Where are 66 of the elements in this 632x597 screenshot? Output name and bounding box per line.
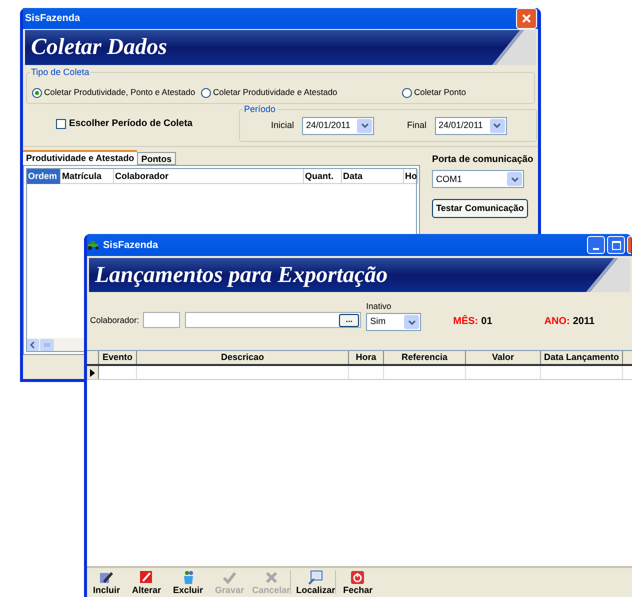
column-header[interactable]: Data Lançamento xyxy=(541,351,623,364)
column-header[interactable]: Ho xyxy=(404,169,418,184)
window-heading: Coletar Dados xyxy=(30,33,168,62)
row-pointer-icon xyxy=(90,368,95,376)
toolbar-button[interactable]: Incluir xyxy=(93,570,120,596)
close-button[interactable] xyxy=(627,236,631,254)
search-icon xyxy=(308,570,324,585)
test-connection-button[interactable]: Testar Comunicação xyxy=(432,199,528,218)
close-icon xyxy=(521,13,532,24)
maximize-button[interactable] xyxy=(607,236,625,254)
scroll-thumb-icon xyxy=(40,338,54,350)
field-label: Porta de comunicação xyxy=(432,153,534,167)
radio-option[interactable]: Coletar Produtividade e Atestado xyxy=(201,86,368,99)
dropdown-caret-icon xyxy=(360,123,369,128)
column-header[interactable]: Referencia xyxy=(384,351,466,364)
period-checkbox[interactable]: Escolher Período de Coleta xyxy=(23,116,239,142)
window-heading: Lançamentos para Exportação xyxy=(94,260,388,289)
year-label: ANO: xyxy=(544,315,570,329)
tab[interactable]: Produtividade e Atestado xyxy=(23,150,138,165)
dropdown-caret-icon xyxy=(408,320,416,324)
pencil-icon xyxy=(99,570,114,585)
dropdown-caret-icon xyxy=(510,176,518,182)
end-date-field[interactable]: 24/01/2011 xyxy=(434,116,507,134)
port-dropdown[interactable]: COM1 xyxy=(432,170,524,188)
column-header[interactable]: Ordem xyxy=(27,169,61,184)
check-icon xyxy=(222,570,238,585)
month-value: 01 xyxy=(481,315,492,329)
toolbar-button[interactable]: Alterar xyxy=(132,570,162,596)
start-date-field[interactable]: 24/01/2011 xyxy=(302,116,374,134)
month-label: MÊS: xyxy=(453,314,478,329)
toolbar-button[interactable]: Fechar xyxy=(343,570,373,596)
close-button[interactable] xyxy=(516,8,537,29)
lookup-button[interactable]: ... xyxy=(339,314,360,326)
column-header[interactable]: Descricao xyxy=(137,351,349,364)
column-header[interactable]: Matrícula xyxy=(61,169,114,184)
pencil-icon xyxy=(139,570,154,585)
group-label: Período xyxy=(243,104,277,114)
dropdown-caret-icon xyxy=(493,123,502,128)
field-label: Colaborador: xyxy=(90,314,140,326)
window-title: SisFazenda xyxy=(25,12,80,26)
cross-icon xyxy=(264,570,279,585)
power-icon xyxy=(350,570,366,585)
tractor-icon xyxy=(87,240,100,250)
toolbar-button: Gravar xyxy=(215,570,244,596)
column-header[interactable]: Valor xyxy=(466,351,541,364)
name-input[interactable]: ... xyxy=(185,312,362,328)
column-header[interactable]: Quant. xyxy=(304,169,342,184)
code-input[interactable] xyxy=(143,312,180,328)
year-value: 2011 xyxy=(572,315,595,329)
radio-option[interactable]: Coletar Produtividade, Ponto e Atestado xyxy=(32,86,201,99)
tab[interactable]: Pontos xyxy=(137,152,176,165)
column-header[interactable]: Hora xyxy=(349,351,384,364)
radio-option[interactable]: Coletar Ponto xyxy=(402,86,466,99)
minimize-button[interactable] xyxy=(587,236,605,254)
window-title: SisFazenda xyxy=(103,238,158,252)
group-label: Tipo de Coleta xyxy=(30,67,90,77)
field-label: Inativo xyxy=(366,300,392,312)
scroll-left-icon xyxy=(27,338,39,350)
field-label: Final xyxy=(407,118,427,132)
column-header[interactable]: Colaborador xyxy=(114,169,304,184)
column-header[interactable]: Data xyxy=(342,169,404,184)
toolbar-button: Cancelar xyxy=(252,570,290,596)
toolbar-button[interactable]: Localizar xyxy=(296,570,336,596)
column-header[interactable]: Evento xyxy=(99,351,137,364)
field-label: Inicial xyxy=(271,118,294,132)
toolbar-button[interactable]: Excluir xyxy=(173,570,204,596)
